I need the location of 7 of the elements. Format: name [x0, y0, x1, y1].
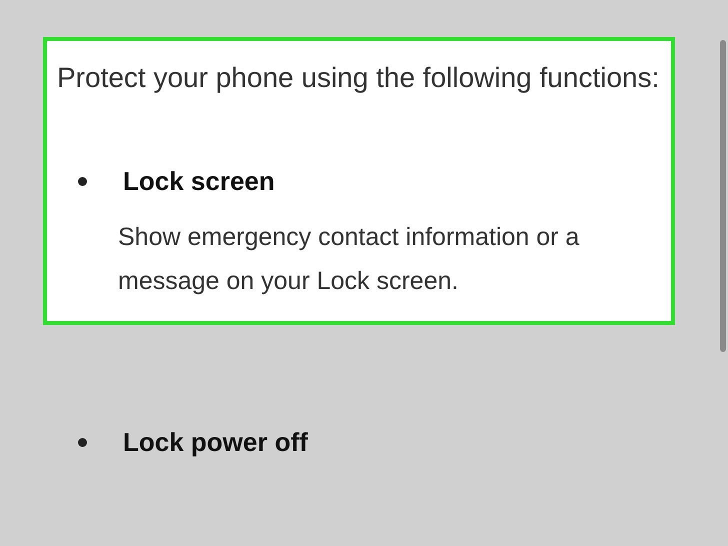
setting-title[interactable]: Lock power off — [123, 426, 308, 458]
setting-description: Show emergency contact information or a message on your Lock screen. — [118, 222, 580, 297]
intro-text: Protect your phone using the following functions: — [57, 61, 660, 95]
bullet-icon — [78, 438, 87, 446]
setting-title[interactable]: Lock screen — [123, 166, 275, 196]
scrollbar[interactable] — [720, 40, 726, 352]
bullet-icon — [78, 176, 87, 186]
